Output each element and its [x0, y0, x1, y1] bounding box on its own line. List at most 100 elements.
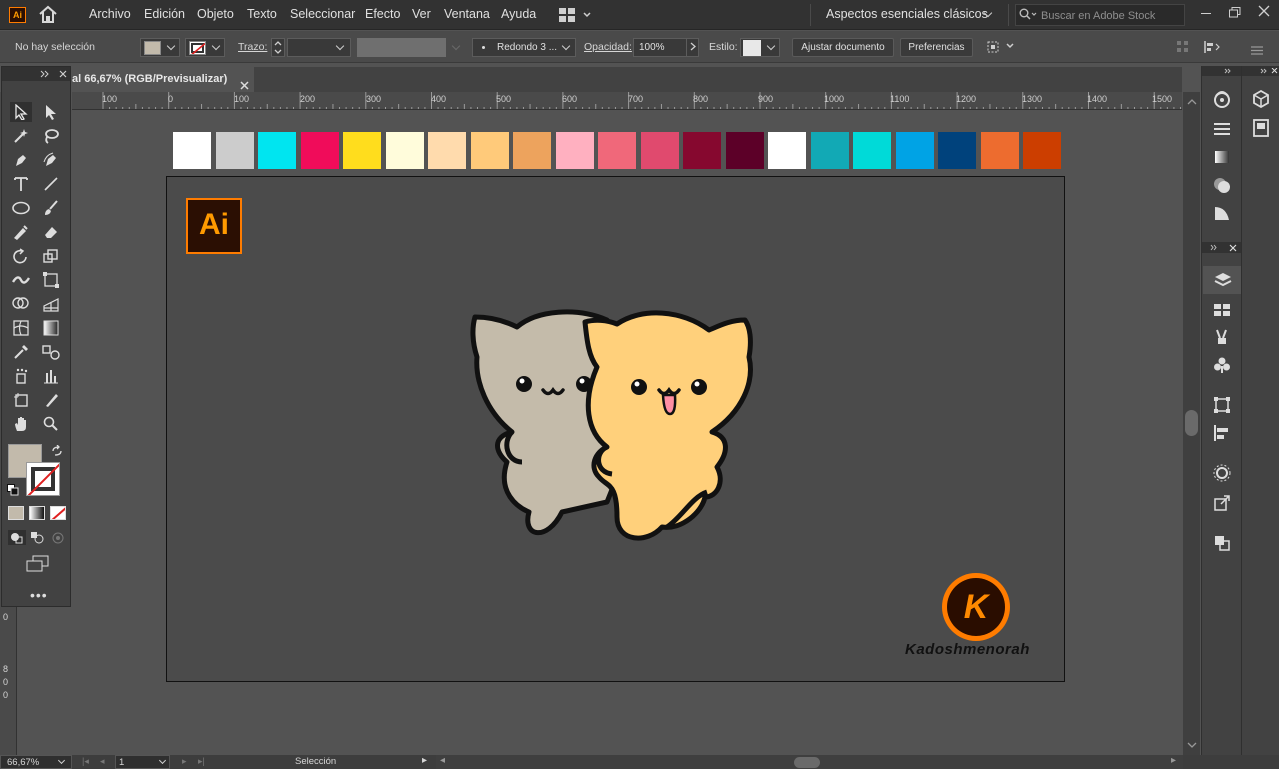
home-icon[interactable] [38, 5, 58, 29]
pen-tool-icon[interactable] [10, 150, 32, 170]
horizontal-ruler[interactable]: 100 0 100 200 300 400 500 600 700 800 90… [72, 92, 1182, 110]
color-swatch[interactable] [215, 132, 254, 169]
scroll-thumb[interactable] [794, 757, 820, 768]
color-swatch[interactable] [683, 132, 721, 169]
menu-seleccionar[interactable]: Seleccionar [290, 7, 355, 21]
last-artboard-icon[interactable]: ▸| [198, 756, 205, 767]
color-swatch[interactable] [343, 132, 381, 169]
pathfinder-icon[interactable] [1212, 534, 1232, 552]
dock-header[interactable] [1242, 66, 1279, 76]
perspective-grid-tool-icon[interactable] [40, 294, 62, 314]
scroll-right-icon[interactable]: ▸ [1171, 755, 1176, 766]
transform-icon[interactable] [985, 39, 1017, 60]
fill-color-dropdown[interactable] [140, 38, 180, 57]
opacity-arrow[interactable] [686, 38, 699, 57]
rotate-tool-icon[interactable] [10, 246, 32, 266]
width-tool-icon[interactable] [10, 270, 32, 290]
color-swatch[interactable] [300, 132, 339, 169]
workspace-switcher[interactable]: Aspectos esenciales clásicos [826, 7, 988, 21]
asset-export-icon[interactable] [1212, 494, 1232, 512]
fit-document-button[interactable]: Ajustar documento [792, 38, 894, 57]
align-panel-icon[interactable] [1212, 424, 1232, 442]
draw-inside-icon[interactable] [50, 530, 68, 550]
color-swatch[interactable] [853, 132, 891, 169]
blend-tool-icon[interactable] [40, 342, 62, 362]
stroke-color-box[interactable] [26, 462, 60, 496]
opacity-label[interactable]: Opacidad: [584, 41, 632, 53]
stock-search-input[interactable]: Buscar en Adobe Stock [1015, 4, 1185, 26]
curvature-tool-icon[interactable] [40, 150, 62, 170]
artboards-panel-icon[interactable] [1251, 119, 1271, 137]
brushes-icon[interactable] [1212, 328, 1232, 346]
graphic-style-dropdown[interactable] [740, 38, 780, 57]
artboard-tool-icon[interactable] [10, 390, 32, 410]
tools-panel-header[interactable] [2, 67, 70, 81]
transform-panel-icon[interactable] [1212, 396, 1232, 414]
gradient-panel-icon[interactable] [1212, 148, 1232, 166]
close-icon[interactable] [1258, 4, 1270, 22]
slice-tool-icon[interactable] [40, 390, 62, 410]
color-swatch[interactable] [428, 132, 466, 169]
color-swatch[interactable] [470, 132, 509, 169]
zoom-dropdown[interactable]: 66,67% [0, 755, 72, 769]
status-menu-icon[interactable]: ▸ [422, 755, 427, 766]
color-swatch[interactable] [768, 132, 806, 169]
menu-archivo[interactable]: Archivo [89, 7, 131, 21]
scale-tool-icon[interactable] [40, 246, 62, 266]
paintbrush-tool-icon[interactable] [40, 198, 62, 218]
eraser-tool-icon[interactable] [40, 222, 62, 242]
menu-ver[interactable]: Ver [412, 7, 431, 21]
color-swatch[interactable] [555, 132, 594, 169]
color-swatch[interactable] [938, 132, 976, 169]
color-swatch[interactable] [173, 132, 211, 169]
minimize-icon[interactable] [1201, 13, 1211, 14]
color-swatch[interactable] [810, 132, 849, 169]
artboard[interactable]: Ai K Kadoshmenorah [166, 176, 1065, 682]
line-tool-icon[interactable] [40, 174, 62, 194]
dock-header[interactable] [1202, 242, 1242, 253]
draw-normal-icon[interactable] [8, 530, 26, 545]
screen-mode-icon[interactable] [26, 555, 50, 578]
hand-tool-icon[interactable] [10, 414, 32, 434]
transparency-icon[interactable] [1212, 176, 1232, 194]
properties-icon[interactable] [1251, 89, 1271, 109]
color-swatch[interactable] [895, 132, 934, 169]
restore-icon[interactable] [1229, 5, 1241, 23]
ellipse-tool-icon[interactable] [10, 198, 32, 218]
lasso-tool-icon[interactable] [40, 126, 62, 146]
image-trace-icon[interactable] [1212, 464, 1232, 482]
dock-header[interactable] [1202, 66, 1242, 76]
free-transform-tool-icon[interactable] [40, 270, 62, 290]
stroke-stepper[interactable] [271, 38, 285, 57]
color-swatch[interactable] [640, 132, 679, 169]
type-tool-icon[interactable] [10, 174, 32, 194]
distribute-icon[interactable] [1203, 40, 1223, 59]
symbol-sprayer-tool-icon[interactable] [10, 366, 32, 386]
column-graph-tool-icon[interactable] [40, 366, 62, 386]
scroll-left-icon[interactable]: ◂ [440, 755, 445, 766]
magic-wand-tool-icon[interactable] [10, 126, 32, 146]
mesh-tool-icon[interactable] [10, 318, 32, 338]
panel-menu-icon[interactable] [1251, 42, 1263, 60]
stroke-label[interactable]: Trazo: [238, 41, 267, 53]
next-artboard-icon[interactable]: ▸ [182, 756, 187, 767]
arrange-documents-icon[interactable] [559, 8, 593, 27]
color-swatch[interactable] [513, 132, 551, 169]
preferences-button[interactable]: Preferencias [900, 38, 973, 57]
symbols-icon[interactable] [1212, 356, 1232, 374]
eyedropper-tool-icon[interactable] [10, 342, 32, 362]
brush-dropdown[interactable]: Redondo 3 ... [472, 38, 576, 57]
libraries-icon[interactable] [1212, 301, 1232, 319]
scroll-thumb[interactable] [1185, 410, 1198, 436]
draw-behind-icon[interactable] [29, 530, 47, 550]
color-swatch[interactable] [598, 132, 636, 169]
color-swatch[interactable] [725, 132, 764, 169]
none-mode-icon[interactable] [50, 506, 66, 520]
swap-fill-stroke-icon[interactable] [51, 444, 63, 462]
variable-width-profile[interactable] [357, 38, 446, 57]
layers-tab[interactable] [1203, 266, 1241, 294]
align-icon[interactable] [1176, 40, 1190, 59]
color-swatch[interactable] [980, 132, 1019, 169]
color-guide-icon[interactable] [1212, 90, 1232, 108]
gradient-mode-icon[interactable] [29, 506, 45, 520]
